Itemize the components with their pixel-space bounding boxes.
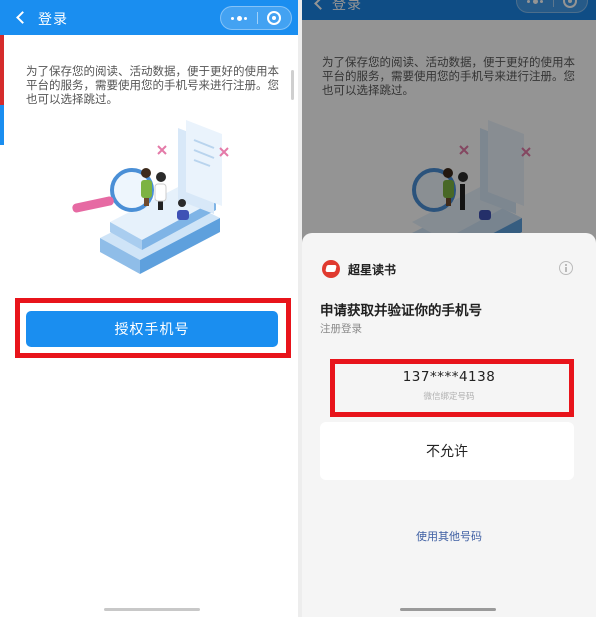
sheet-subtitle: 注册登录 (320, 323, 362, 335)
right-screen: 登录 为了保存您的阅读、活动数据，便于更好的使用本平台的服务，需要使用您的手机号… (302, 0, 596, 617)
close-button[interactable] (256, 7, 291, 29)
use-other-number-link[interactable]: 使用其他号码 (302, 528, 596, 544)
more-button[interactable] (221, 7, 256, 29)
home-indicator (400, 608, 496, 611)
app-name: 超星读书 (348, 263, 397, 277)
phone-number-caption: 微信绑定号码 (423, 392, 475, 402)
title-bar: 登录 (0, 0, 298, 35)
edge-accent-blue (0, 105, 4, 145)
authorize-phone-button[interactable]: 授权手机号 (26, 311, 278, 347)
phone-auth-sheet: 超星读书 申请获取并验证你的手机号 注册登录 137****4138 微信绑定号… (302, 233, 596, 617)
mini-program-capsule (220, 6, 292, 30)
intro-text: 为了保存您的阅读、活动数据，便于更好的使用本平台的服务，需要使用您的手机号来进行… (26, 64, 279, 106)
more-icon (231, 16, 247, 21)
home-indicator (104, 608, 200, 611)
back-icon[interactable] (16, 11, 29, 24)
left-screen: 登录 为了保存您的阅读、活动数据，便于更好的使用本平台的服务，需要使用您的手机号… (0, 0, 298, 617)
app-logo (322, 260, 340, 278)
edge-accent (0, 35, 4, 105)
sheet-title: 申请获取并验证你的手机号 (320, 303, 482, 319)
page-title: 登录 (38, 12, 68, 28)
phone-auth-illustration (72, 120, 229, 274)
phone-number-option[interactable]: 137****4138 (302, 369, 596, 385)
highlight-frame (330, 359, 574, 417)
info-icon[interactable] (559, 261, 573, 275)
scrollbar[interactable] (291, 70, 294, 100)
close-icon (267, 11, 281, 25)
deny-button[interactable]: 不允许 (320, 422, 574, 480)
